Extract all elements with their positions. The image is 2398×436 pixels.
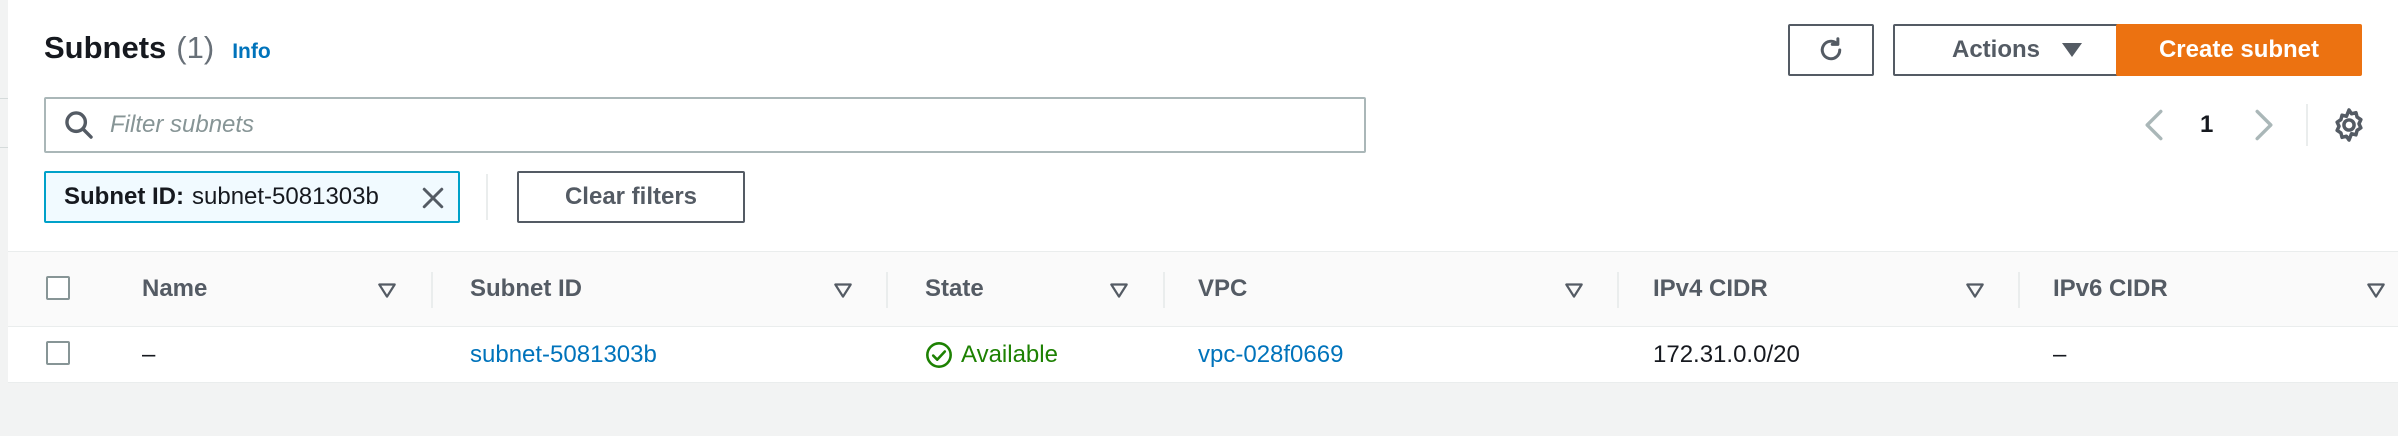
sort-icon[interactable]	[1563, 279, 1585, 301]
sort-icon[interactable]	[376, 279, 398, 301]
column-header-subnet-id[interactable]: Subnet ID	[470, 252, 582, 326]
clear-filters-button[interactable]: Clear filters	[517, 171, 745, 223]
refresh-icon	[1820, 37, 1842, 61]
select-all-checkbox[interactable]	[46, 276, 70, 300]
cell-ipv6-cidr: –	[2053, 340, 2067, 368]
pagination-divider	[2306, 104, 2308, 146]
create-subnet-label: Create subnet	[2158, 36, 2320, 63]
column-header-ipv6-cidr[interactable]: IPv6 CIDR	[2053, 252, 2168, 326]
sort-icon[interactable]	[832, 279, 854, 301]
side-navigation-edge	[0, 0, 8, 436]
filter-search	[44, 97, 1366, 153]
column-divider	[1163, 272, 1165, 308]
column-divider	[2018, 272, 2020, 308]
create-subnet-button[interactable]: Create subnet	[2116, 24, 2362, 76]
chevron-right-icon	[2255, 109, 2273, 141]
state-text: Available	[961, 340, 1058, 368]
caret-down-icon	[2062, 43, 2082, 57]
filter-token: Subnet ID: subnet-5081303b	[44, 171, 460, 223]
column-header-state[interactable]: State	[925, 252, 984, 326]
filter-token-key: Subnet ID:	[64, 183, 184, 210]
side-navigation-divider	[0, 98, 8, 148]
chevron-left-icon	[2145, 109, 2163, 141]
column-divider	[1617, 272, 1619, 308]
clear-filters-label: Clear filters	[564, 183, 698, 210]
column-divider	[886, 272, 888, 308]
sort-icon[interactable]	[1964, 279, 1986, 301]
close-icon[interactable]	[418, 183, 448, 213]
table-header: Name Subnet ID State VPC IPv4 CIDR IPv6 …	[8, 251, 2398, 327]
sort-icon[interactable]	[2365, 279, 2387, 301]
title-text: Subnets	[44, 30, 167, 65]
title-count: (1)	[176, 30, 215, 65]
search-input[interactable]	[110, 111, 1310, 139]
gear-icon[interactable]	[2330, 106, 2368, 144]
cell-subnet-id-link[interactable]: subnet-5081303b	[470, 327, 657, 382]
cell-vpc-link[interactable]: vpc-028f0669	[1198, 327, 1343, 382]
cell-ipv4-cidr: 172.31.0.0/20	[1653, 340, 1800, 368]
column-header-vpc[interactable]: VPC	[1198, 252, 1247, 326]
column-header-name[interactable]: Name	[142, 252, 207, 326]
previous-page-button[interactable]	[2143, 100, 2173, 150]
next-page-button[interactable]	[2253, 100, 2283, 150]
status-ok-icon	[926, 341, 952, 368]
table-row[interactable]: – subnet-5081303b Available vpc-028f0669…	[8, 327, 2398, 383]
search-icon	[65, 111, 93, 139]
column-header-ipv4-cidr[interactable]: IPv4 CIDR	[1653, 252, 1768, 326]
column-divider	[431, 272, 433, 308]
info-link[interactable]: Info	[232, 40, 270, 64]
subnets-panel: Subnets (1) Info Actions Create subnet 1…	[8, 0, 2398, 436]
current-page[interactable]: 1	[2200, 100, 2213, 150]
row-checkbox[interactable]	[46, 341, 70, 365]
cell-state: Available	[925, 327, 1058, 382]
cell-name: –	[142, 340, 156, 368]
sort-icon[interactable]	[1108, 279, 1130, 301]
filter-divider	[486, 174, 488, 220]
actions-button[interactable]: Actions	[1893, 24, 2141, 76]
actions-label: Actions	[1951, 36, 2040, 63]
refresh-button[interactable]	[1788, 24, 1874, 76]
filter-token-value: subnet-5081303b	[192, 183, 379, 210]
page-title: Subnets (1) Info	[44, 30, 271, 66]
